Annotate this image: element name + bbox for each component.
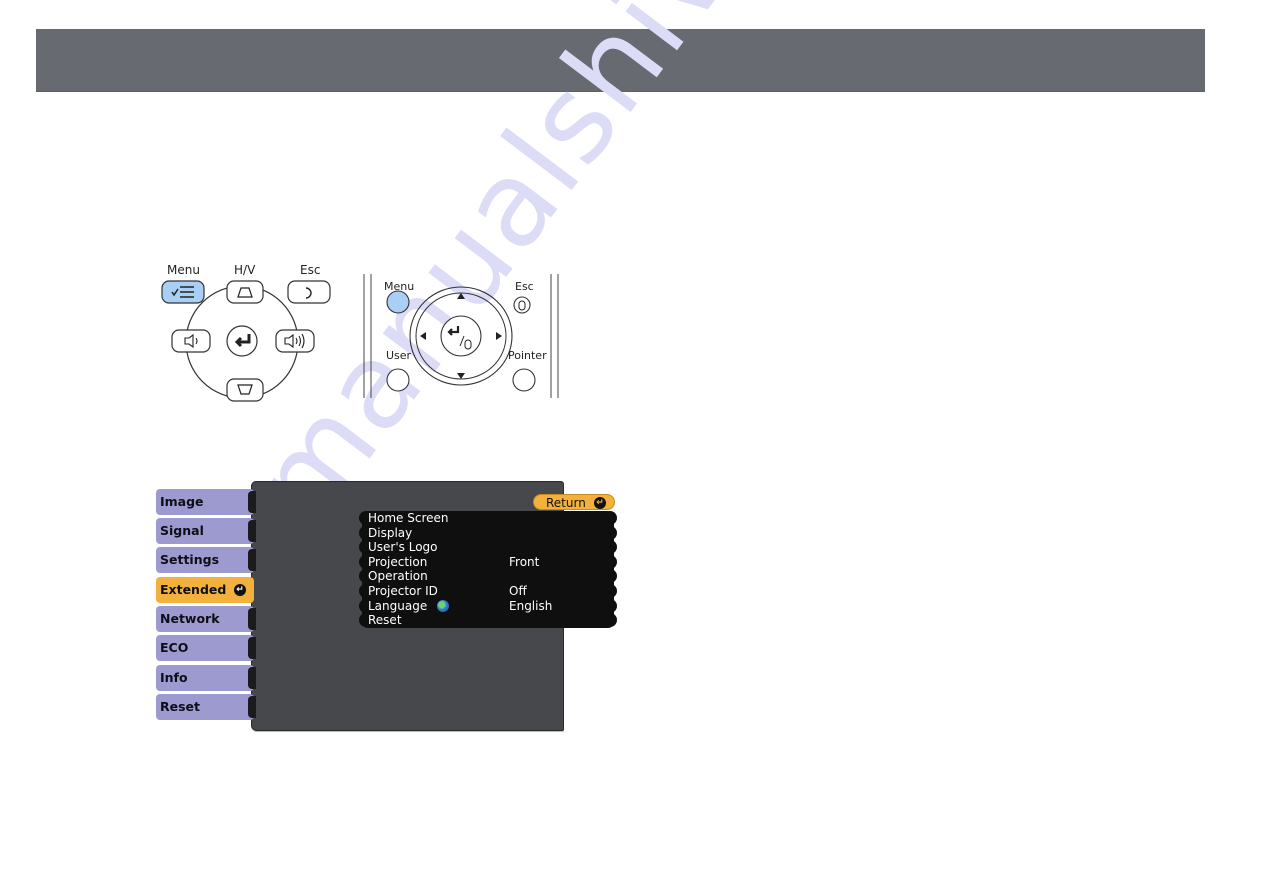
- menu-button[interactable]: [161, 280, 205, 304]
- return-label: Return: [546, 496, 586, 510]
- tab-reset[interactable]: Reset: [156, 694, 256, 720]
- arrow-left-icon: [420, 332, 426, 340]
- remote-esc-button[interactable]: [513, 296, 531, 314]
- volume-down-button[interactable]: [171, 329, 211, 353]
- esc-button[interactable]: [287, 280, 331, 304]
- remote-pointer-label: Pointer: [508, 349, 547, 362]
- remote-menu-button[interactable]: [386, 290, 410, 314]
- menu-item[interactable]: Projector ID Off: [359, 584, 617, 599]
- remote-user-button[interactable]: [386, 368, 410, 392]
- menu-item[interactable]: Reset: [359, 613, 617, 628]
- header-bar: [36, 29, 1205, 92]
- arrow-up-icon: [457, 293, 465, 299]
- arrow-right-icon: [496, 332, 502, 340]
- remote-enter-button[interactable]: [440, 315, 482, 357]
- tab-image[interactable]: Image: [156, 489, 256, 515]
- return-button[interactable]: Return ↵: [533, 494, 615, 510]
- menu-item[interactable]: Projection Front: [359, 554, 617, 570]
- tab-settings[interactable]: Settings: [156, 547, 256, 573]
- enter-icon: ↵: [594, 497, 606, 509]
- tab-eco[interactable]: ECO: [156, 635, 256, 661]
- volume-up-button[interactable]: [275, 329, 315, 353]
- tab-info[interactable]: Info: [156, 665, 256, 691]
- menu-panel: Return ↵ Home Screen Display User's Logo…: [251, 481, 617, 731]
- menu-item-list: Home Screen Display User's Logo Projecti…: [359, 511, 617, 628]
- tab-signal[interactable]: Signal: [156, 518, 256, 544]
- arrow-down-icon: [457, 373, 465, 379]
- menu-item[interactable]: Language English: [359, 598, 617, 614]
- remote-esc-label: Esc: [515, 280, 534, 293]
- enter-icon: ↵: [234, 584, 246, 596]
- keystone-down-button[interactable]: [226, 378, 264, 402]
- esc-label: Esc: [300, 263, 321, 277]
- remote-pointer-button[interactable]: [512, 368, 536, 392]
- menu-item[interactable]: Home Screen: [359, 511, 617, 526]
- remote-control-diagram: Menu Esc User Pointer: [360, 274, 570, 399]
- remote-user-label: User: [386, 349, 412, 362]
- menu-label: Menu: [167, 263, 200, 277]
- remote-menu-label: Menu: [384, 280, 415, 293]
- projector-menu: Return ↵ Home Screen Display User's Logo…: [156, 481, 617, 731]
- globe-icon: [437, 599, 449, 612]
- tab-extended[interactable]: Extended ↵: [156, 577, 254, 603]
- control-panel-diagram: Menu H/V Esc: [160, 262, 335, 407]
- keystone-up-button[interactable]: [226, 280, 264, 304]
- hv-label: H/V: [234, 263, 256, 277]
- tab-network[interactable]: Network: [156, 606, 256, 632]
- menu-item[interactable]: Display: [359, 525, 617, 541]
- enter-button[interactable]: [226, 325, 258, 357]
- menu-item[interactable]: Operation: [359, 569, 617, 584]
- menu-item[interactable]: User's Logo: [359, 540, 617, 555]
